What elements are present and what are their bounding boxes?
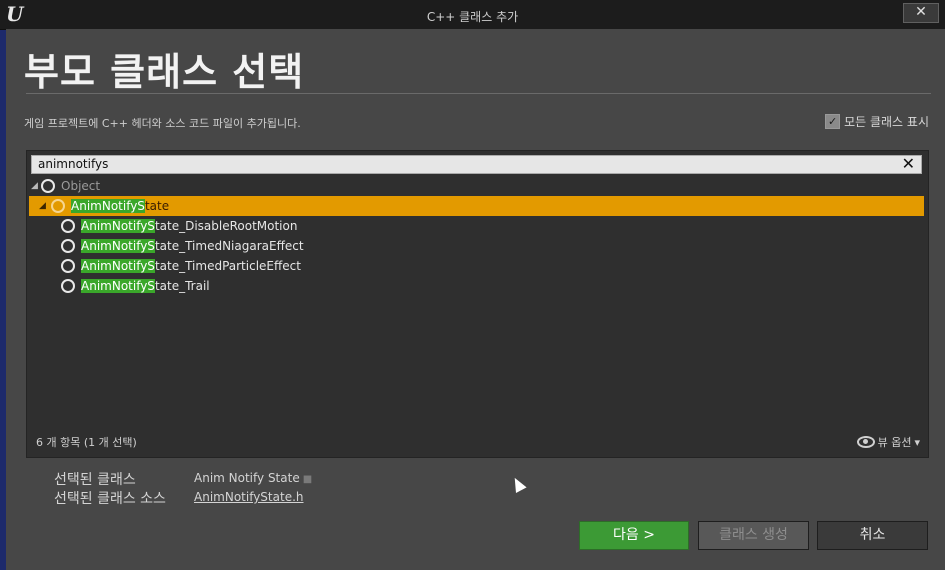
tree-item-selected[interactable]: ◢ AnimNotifyState bbox=[29, 196, 924, 216]
tree-item[interactable]: AnimNotifyState_Trail bbox=[29, 276, 924, 296]
tree-item[interactable]: AnimNotifyState_TimedParticleEffect bbox=[29, 256, 924, 276]
description-text: 게임 프로젝트에 C++ 헤더와 소스 코드 파일이 추가됩니다. bbox=[24, 117, 301, 130]
checkbox-checked-icon[interactable]: ✓ bbox=[825, 114, 841, 129]
search-input-value: animnotifys bbox=[38, 157, 109, 171]
chevron-down-icon: ▾ bbox=[914, 435, 920, 449]
class-circle-icon bbox=[61, 279, 75, 293]
view-options-label: 뷰 옵션 bbox=[877, 436, 912, 449]
tree-item-label: AnimNotifyState_TimedParticleEffect bbox=[81, 259, 301, 273]
clear-search-icon[interactable]: ✕ bbox=[902, 155, 915, 172]
tree-item-label: Object bbox=[61, 179, 101, 193]
selected-source-link[interactable]: AnimNotifyState.h bbox=[194, 490, 304, 504]
selected-class-label: 선택된 클래스 bbox=[54, 472, 136, 488]
expand-arrow-icon[interactable]: ◢ bbox=[31, 176, 41, 196]
class-circle-icon bbox=[61, 239, 75, 253]
show-all-label: 모든 클래스 표시 bbox=[844, 115, 929, 129]
tree-item[interactable]: AnimNotifyState_TimedNiagaraEffect bbox=[29, 236, 924, 256]
class-circle-icon bbox=[41, 179, 55, 193]
class-circle-icon bbox=[61, 219, 75, 233]
selected-class-value: Anim Notify State ■ bbox=[194, 471, 313, 485]
search-input[interactable]: animnotifys ✕ bbox=[31, 155, 922, 174]
mouse-cursor-icon bbox=[509, 475, 527, 493]
title-bar[interactable]: U C++ 클래스 추가 ✕ bbox=[0, 0, 945, 30]
dialog-content: 부모 클래스 선택 게임 프로젝트에 C++ 헤더와 소스 코드 파일이 추가됩… bbox=[6, 29, 945, 570]
class-circle-icon bbox=[61, 259, 75, 273]
tree-item-label: AnimNotifyState_DisableRootMotion bbox=[81, 219, 298, 233]
close-icon: ✕ bbox=[915, 4, 927, 20]
eye-icon bbox=[856, 436, 875, 448]
lock-icon: ■ bbox=[302, 474, 313, 485]
tree-item[interactable]: AnimNotifyState_DisableRootMotion bbox=[29, 216, 924, 236]
create-class-button[interactable]: 클래스 생성 bbox=[698, 521, 809, 550]
tree-item-label: AnimNotifyState bbox=[71, 199, 170, 213]
selected-source-label: 선택된 클래스 소스 bbox=[54, 491, 166, 507]
tree-item-object[interactable]: ◢ Object bbox=[29, 176, 924, 196]
page-title: 부모 클래스 선택 bbox=[24, 50, 305, 94]
item-count: 6 개 항목 (1 개 선택) bbox=[36, 436, 137, 449]
window-title: C++ 클래스 추가 bbox=[426, 10, 519, 24]
cancel-button[interactable]: 취소 bbox=[817, 521, 928, 550]
class-circle-icon bbox=[51, 199, 65, 213]
close-window-button[interactable]: ✕ bbox=[903, 3, 939, 23]
title-divider bbox=[26, 93, 931, 94]
class-picker-panel: animnotifys ✕ ◢ Object ◢ AnimNotifyState… bbox=[26, 150, 929, 458]
expand-arrow-icon[interactable]: ◢ bbox=[39, 196, 49, 216]
view-options-button[interactable]: 뷰 옵션 ▾ bbox=[856, 434, 920, 450]
tree-item-label: AnimNotifyState_TimedNiagaraEffect bbox=[81, 239, 304, 253]
show-all-classes-toggle[interactable]: ✓ 모든 클래스 표시 bbox=[825, 113, 929, 130]
tree-item-label: AnimNotifyState_Trail bbox=[81, 279, 210, 293]
next-button[interactable]: 다음 > bbox=[579, 521, 689, 550]
